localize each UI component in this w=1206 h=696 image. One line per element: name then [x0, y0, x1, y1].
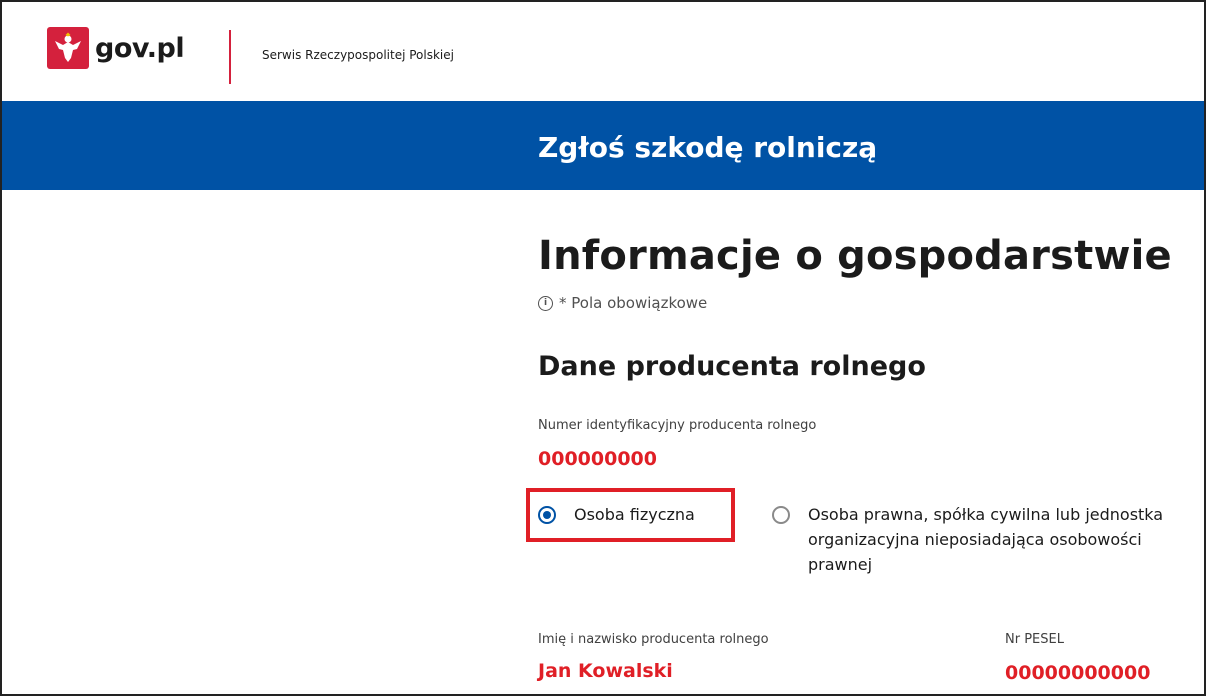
logo-text: gov.pl [95, 32, 185, 64]
radio-osoba-fizyczna[interactable]: Osoba fizyczna [538, 505, 695, 527]
radio-unselected-icon[interactable] [772, 506, 790, 524]
gov-pl-logo[interactable]: gov.pl [47, 27, 185, 69]
name-label: Imię i nazwisko producenta rolnego [538, 632, 769, 647]
header-divider [229, 30, 231, 84]
farmer-id-value: 000000000 [538, 448, 657, 470]
pesel-label: Nr PESEL [1005, 632, 1064, 647]
name-value: Jan Kowalski [538, 660, 673, 682]
page-title: Informacje o gospodarstwie [538, 233, 1172, 279]
required-fields-note: i * Pola obowiązkowe [538, 294, 707, 312]
info-icon: i [538, 295, 553, 311]
radio-osoba-prawna[interactable]: Osoba prawna, spółka cywilna lub jednost… [772, 505, 1202, 577]
radio-label: Osoba prawna, spółka cywilna lub jednost… [808, 505, 1164, 574]
farmer-id-label: Numer identyfikacyjny producenta rolnego [538, 418, 817, 433]
required-note-text: * Pola obowiązkowe [559, 294, 708, 312]
service-name: Serwis Rzeczypospolitej Polskiej [262, 48, 454, 62]
site-header: gov.pl Serwis Rzeczypospolitej Polskiej [0, 0, 1206, 101]
radio-selected-icon[interactable] [538, 506, 556, 524]
polish-eagle-icon [47, 27, 89, 69]
pesel-value: 00000000000 [1005, 662, 1151, 684]
radio-dot [543, 511, 551, 519]
banner-title: Zgłoś szkodę rolniczą [538, 131, 878, 164]
section-title: Dane producenta rolnego [538, 351, 926, 382]
radio-label: Osoba fizyczna [574, 505, 695, 524]
